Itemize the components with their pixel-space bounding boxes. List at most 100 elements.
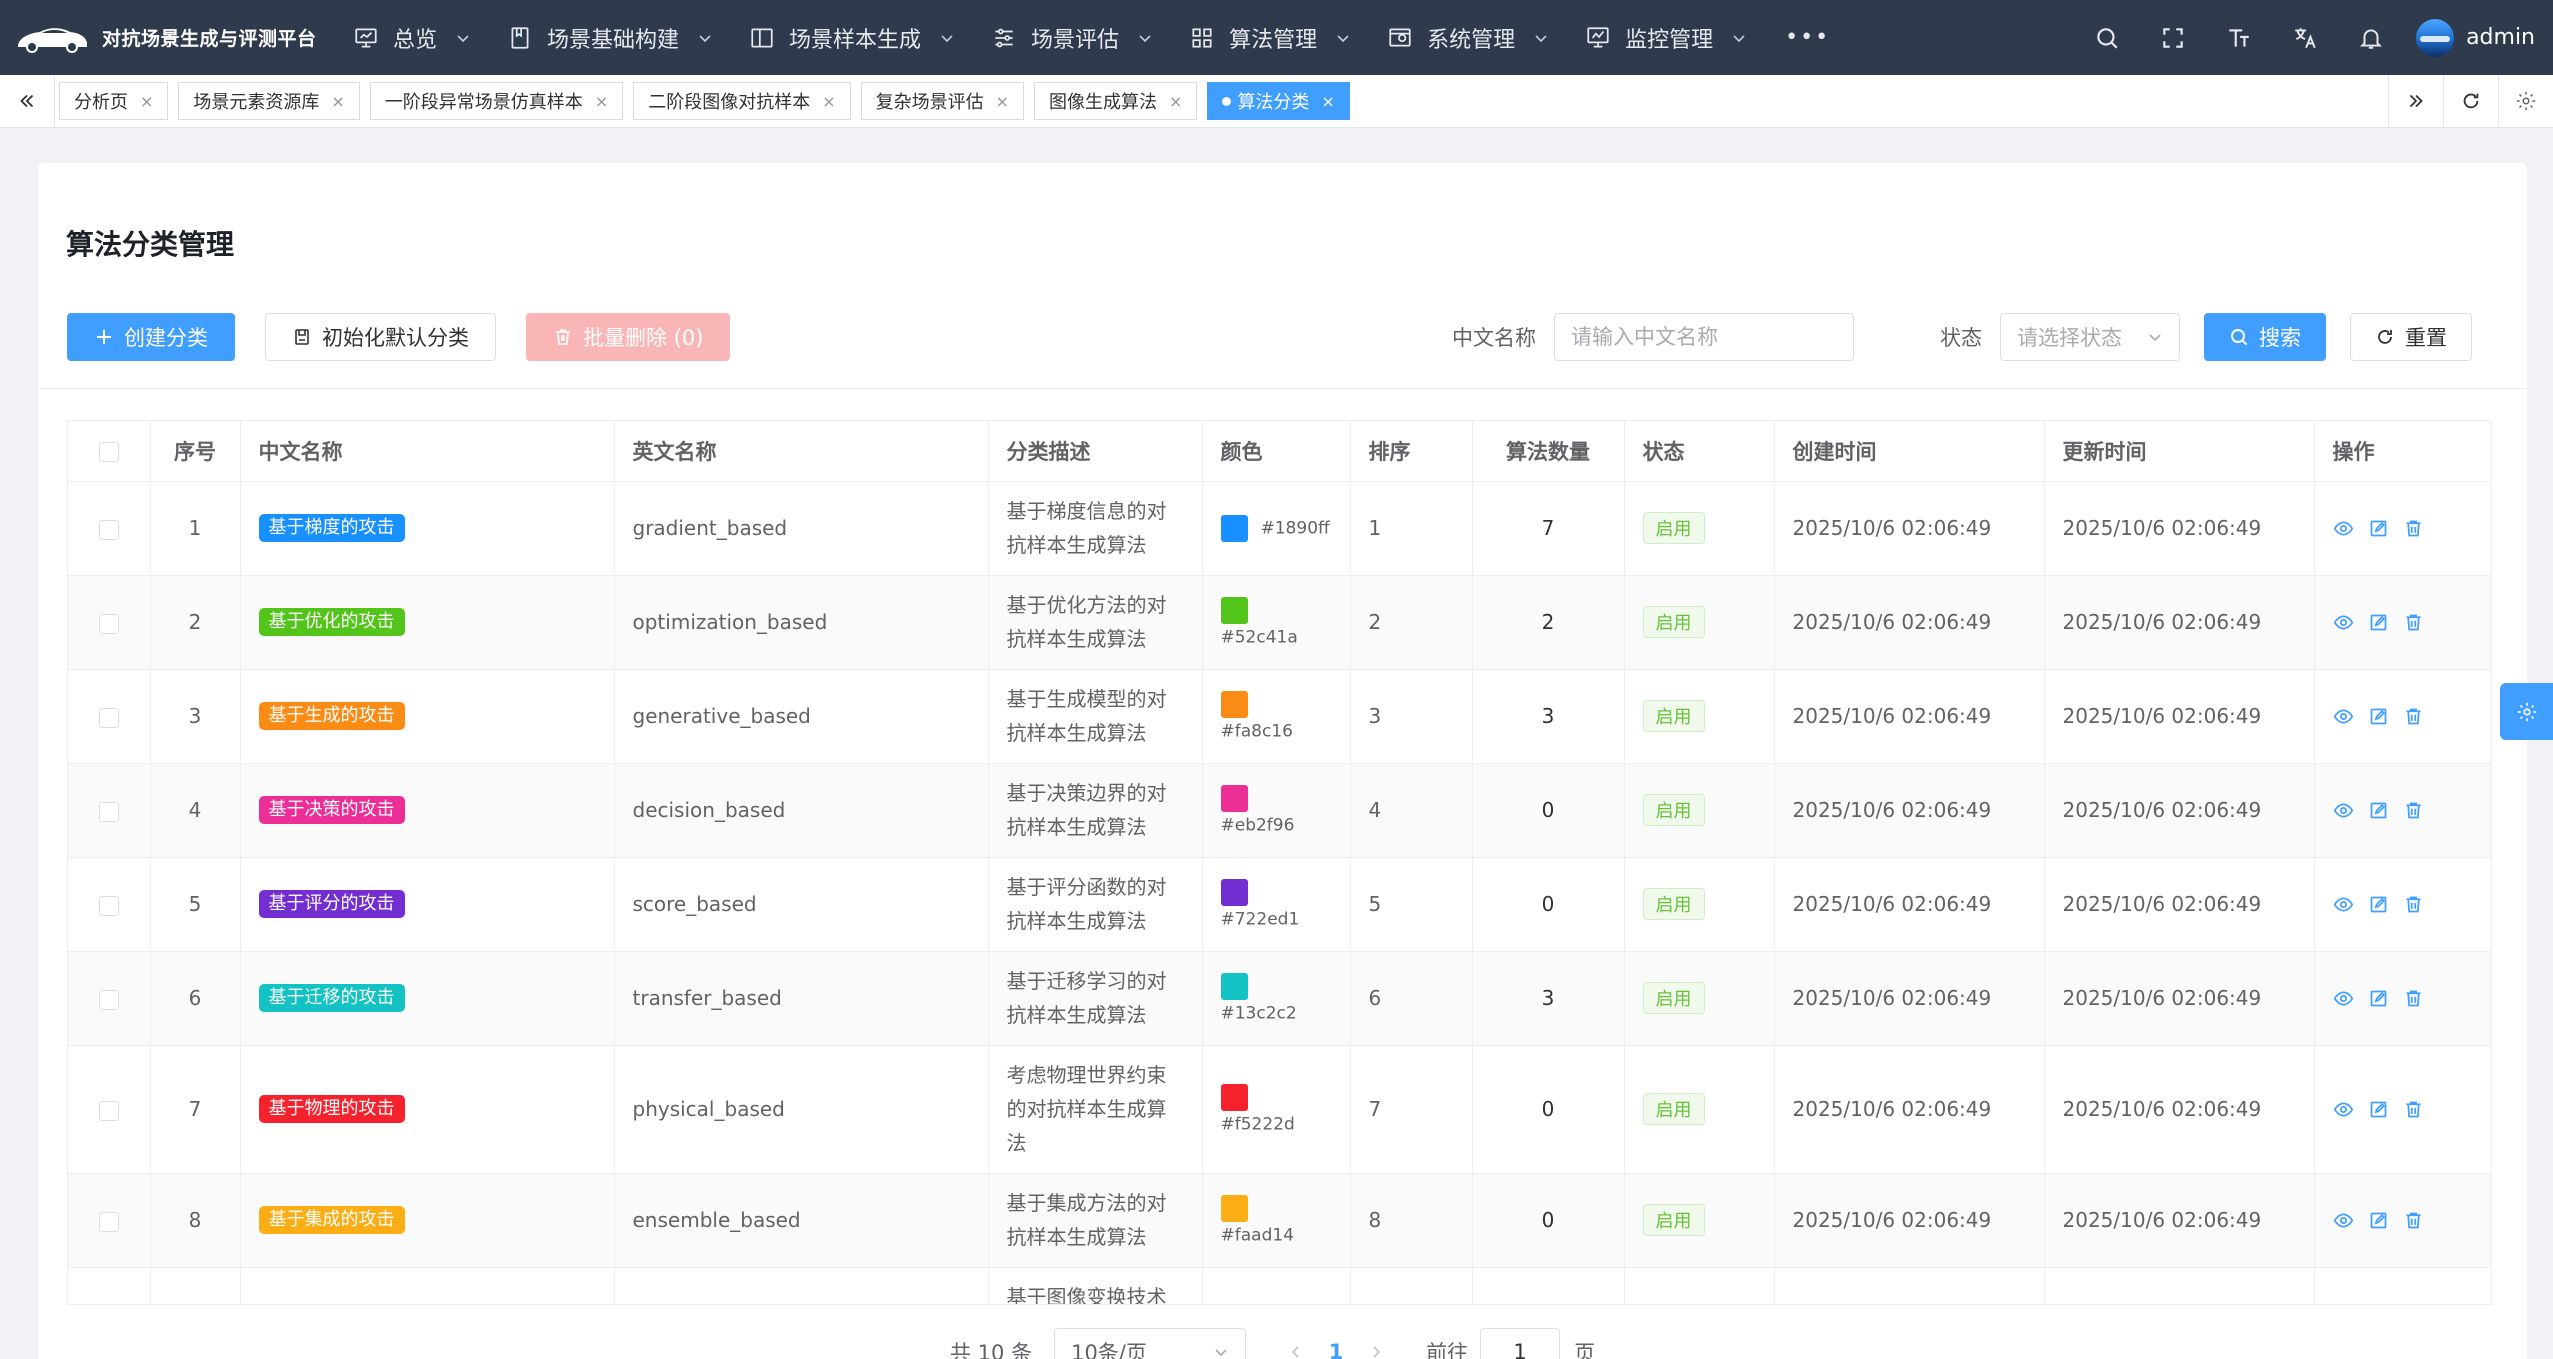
close-icon[interactable]: × [595,92,608,111]
row-checkbox[interactable] [98,895,119,916]
menu-label: 场景样本生成 [789,27,922,53]
close-icon[interactable]: × [996,92,1009,111]
row-checkbox[interactable] [98,613,119,634]
status-select[interactable]: 请选择状态 [2000,313,2180,361]
col-header-sort: 排序 [1350,421,1473,482]
edit-button[interactable] [2368,1099,2389,1120]
tab-scene-resources[interactable]: 场景元素资源库 × [178,82,360,120]
search-button[interactable]: 搜索 [2204,313,2326,361]
status-badge: 启用 [1642,700,1705,732]
tab-label: 复杂场景评估 [875,92,984,113]
gear-icon [2517,702,2536,721]
next-page-button[interactable] [1356,1344,1396,1359]
cell-en: score_based [614,857,989,952]
row-checkbox[interactable] [98,519,119,540]
create-category-button[interactable]: 创建分类 [67,313,235,361]
cell-color: #fa8c16 [1202,669,1351,764]
tab-algo-category[interactable]: 算法分类 × [1207,82,1350,120]
trash-icon [2406,990,2420,1006]
menu-item-algo-mgmt[interactable]: 算法管理 [1171,0,1369,75]
button-label: 重置 [2405,326,2447,350]
page-size-select[interactable]: 10条/页 [1054,1328,1247,1359]
delete-button[interactable] [2403,1210,2424,1231]
view-button[interactable] [2333,706,2354,727]
edit-button[interactable] [2368,1210,2389,1231]
cell-ops [2314,1045,2491,1174]
row-checkbox[interactable] [98,801,119,822]
row-checkbox[interactable] [98,707,119,728]
row-checkbox[interactable] [98,989,119,1010]
row-checkbox[interactable] [98,1211,119,1232]
menu-more-button[interactable]: ••• [1765,0,1850,75]
view-button[interactable] [2333,1099,2354,1120]
view-button[interactable] [2333,894,2354,915]
edit-button[interactable] [2368,518,2389,539]
fullscreen-button[interactable] [2140,0,2206,75]
delete-button[interactable] [2403,988,2424,1009]
delete-button[interactable] [2403,612,2424,633]
init-default-category-button[interactable]: 初始化默认分类 [265,313,496,361]
menu-item-system-mgmt[interactable]: 系统管理 [1369,0,1567,75]
close-icon[interactable]: × [140,92,153,111]
reset-button[interactable]: 重置 [2350,313,2472,361]
prev-page-button[interactable] [1276,1344,1316,1359]
close-icon[interactable]: × [822,92,835,111]
tab-stage2-samples[interactable]: 二阶段图像对抗样本 × [633,82,851,120]
global-search-button[interactable] [2074,0,2140,75]
view-button[interactable] [2333,612,2354,633]
floating-settings-button[interactable] [2500,683,2553,740]
chevron-right-icon [1373,1346,1381,1358]
cell-created: 2025/10/6 02:06:49 [1774,763,2045,858]
scroll-tabs-right-button[interactable] [2388,74,2443,128]
delete-button[interactable] [2403,706,2424,727]
notification-button[interactable] [2338,0,2404,75]
tab-complex-eval[interactable]: 复杂场景评估 × [860,82,1025,120]
edit-button[interactable] [2368,894,2389,915]
batch-delete-button[interactable]: 批量删除 (0) [526,313,731,361]
app-title: 对抗场景生成与评测平台 [102,28,317,50]
delete-button[interactable] [2403,800,2424,821]
font-size-button[interactable] [2206,0,2272,75]
close-icon[interactable]: × [1169,92,1182,111]
view-button[interactable] [2333,1210,2354,1231]
close-icon[interactable]: × [331,92,344,111]
cell-updated: 2025/10/6 02:06:49 [2044,1173,2315,1268]
edit-button[interactable] [2368,800,2389,821]
menu-item-scene-build[interactable]: 场景基础构建 [489,0,731,75]
color-swatch [1220,972,1248,1000]
tab-image-gen-algo[interactable]: 图像生成算法 × [1034,82,1198,120]
edit-button[interactable] [2368,612,2389,633]
menu-item-scene-eval[interactable]: 场景评估 [973,0,1171,75]
scroll-tabs-left-button[interactable] [0,74,55,128]
content-card: 算法分类管理 创建分类 初始化默认分类 批量删除 (0) 中文名称 状态 请选择… [38,163,2527,1359]
select-all-checkbox[interactable] [98,441,119,462]
tab-settings-button[interactable] [2498,74,2553,128]
tab-label: 图像生成算法 [1049,92,1158,113]
tab-analysis[interactable]: 分析页 × [59,82,169,120]
tab-stage1-samples[interactable]: 一阶段异常场景仿真样本 × [369,82,624,120]
user-menu[interactable]: admin [2404,0,2553,75]
color-hex: #52c41a [1220,627,1298,647]
name-search-input[interactable] [1554,313,1854,361]
view-button[interactable] [2333,518,2354,539]
delete-button[interactable] [2403,518,2424,539]
menu-item-overview[interactable]: 总览 [335,0,489,75]
cell-desc: 基于评分函数的对抗样本生成算法 [988,857,1203,952]
delete-button[interactable] [2403,1099,2424,1120]
cell-en: generative_based [614,669,989,764]
edit-button[interactable] [2368,988,2389,1009]
close-icon[interactable]: × [1321,92,1334,111]
menu-item-sample-gen[interactable]: 场景样本生成 [731,0,973,75]
edit-button[interactable] [2368,706,2389,727]
language-button[interactable] [2272,0,2338,75]
refresh-tab-button[interactable] [2443,74,2498,128]
page-number[interactable]: 1 [1316,1340,1356,1359]
brand[interactable]: 对抗场景生成与评测平台 [0,0,335,75]
goto-page-input[interactable] [1480,1328,1561,1359]
row-checkbox[interactable] [98,1100,119,1121]
delete-button[interactable] [2403,894,2424,915]
menu-item-monitor-mgmt[interactable]: 监控管理 [1567,0,1765,75]
view-button[interactable] [2333,988,2354,1009]
cell-sort: 8 [1350,1173,1473,1268]
view-button[interactable] [2333,800,2354,821]
